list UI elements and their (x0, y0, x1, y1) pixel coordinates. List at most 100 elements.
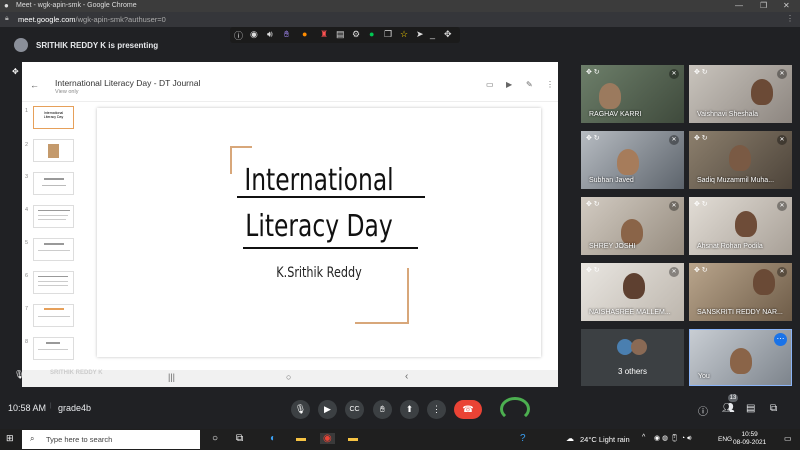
present-button[interactable]: ⬆ (400, 400, 419, 419)
raise-hand-button[interactable]: ✋︎ (373, 400, 392, 419)
url-host: meet.google.com (18, 15, 76, 24)
pin-icon[interactable]: ✥ ↻ (694, 200, 708, 208)
settings-icon[interactable]: ⚙ (352, 29, 360, 40)
browser-menu-icon[interactable]: ⋮ (786, 14, 794, 23)
file-explorer-icon[interactable]: ▬ (296, 433, 306, 444)
help-icon[interactable]: ? (520, 433, 526, 444)
slide-thumbnail[interactable]: International Literacy Day (33, 106, 74, 129)
address-bar[interactable]: 🔒︎ meet.google.com/wgk-apin-smk?authuser… (0, 12, 800, 27)
tray-chevron-icon[interactable]: ^ (642, 434, 645, 441)
language-indicator[interactable]: ENG (718, 436, 732, 443)
participant-tile[interactable]: ✥ ↻ ✕ RAGHAV KARRI (581, 65, 684, 123)
slide-thumbnail[interactable] (33, 271, 74, 294)
task-view-icon[interactable]: ⧉ (236, 433, 243, 444)
pin-icon[interactable]: ✥ ↻ (694, 134, 708, 142)
chrome-icon[interactable]: ◉ (320, 433, 335, 444)
taskbar-clock[interactable]: 10:59 08-09-2021 (733, 431, 766, 447)
end-call-button[interactable]: ☎︎ (454, 400, 482, 419)
minimize-toolbar-icon[interactable]: _ (430, 29, 435, 39)
people-icon[interactable]: 👥︎ (722, 403, 735, 414)
mic-off-icon: ✕ (669, 267, 679, 277)
arrow-icon[interactable]: ➤ (416, 29, 424, 40)
thumb-number: 8 (25, 339, 29, 345)
slide-thumbnail[interactable] (33, 337, 74, 360)
doc-title: International Literacy Day - DT Journal (55, 78, 201, 88)
slide-thumbnail[interactable] (33, 304, 74, 327)
back-arrow-icon[interactable]: ← (30, 80, 39, 90)
title-underline (237, 196, 425, 198)
others-tile[interactable]: 3 others (581, 329, 684, 386)
clipboard-icon[interactable]: ▤ (336, 29, 345, 40)
notifications-icon[interactable]: ▭ (784, 434, 792, 443)
camera-toggle-button[interactable]: ▶ (318, 400, 337, 419)
cast-icon[interactable]: ▭ (486, 80, 494, 89)
firefox-icon[interactable]: ● (302, 29, 307, 39)
taskbar-search-box[interactable]: ⌕ Type here to search (22, 430, 200, 449)
restore-icon[interactable]: ❐ (760, 1, 767, 10)
thumb-number: 3 (25, 174, 29, 180)
home-icon[interactable]: ○ (286, 372, 291, 382)
edge-icon[interactable]: ◐ (270, 433, 276, 444)
pin-icon[interactable]: ✥ ↻ (694, 266, 708, 274)
slide-thumbnail[interactable] (33, 172, 74, 195)
participant-tile[interactable]: ✥ ↻ ✕ Sadiq Muzammil Muha... (689, 131, 792, 189)
captions-button[interactable]: CC (345, 400, 364, 419)
current-slide: International Literacy Day K.Srithik Red… (97, 108, 541, 357)
minimize-icon[interactable]: — (735, 1, 743, 10)
more-vert-icon[interactable]: ⋮ (546, 80, 554, 89)
chat-icon[interactable]: ▤ (746, 403, 755, 414)
volume-icon[interactable]: 🔊︎ (267, 29, 273, 40)
mic-off-icon: 🎙︎ (14, 370, 25, 379)
participant-name: Ahsnat Rohan Podila (697, 243, 763, 250)
pin-icon[interactable]: ✥ ↻ (694, 68, 708, 76)
participant-tile[interactable]: ✥ ↻ ✕ Ahsnat Rohan Podila (689, 197, 792, 255)
nav-back-icon[interactable]: ‹ (405, 371, 408, 382)
self-tile[interactable]: ⋯ You (689, 329, 792, 386)
search-placeholder: Type here to search (46, 435, 113, 444)
hand-icon[interactable]: ✋︎ (284, 29, 289, 40)
star-icon[interactable]: ☆ (400, 29, 408, 40)
pin-icon[interactable]: ✥ ↻ (586, 266, 600, 274)
slide-author: K.Srithik Reddy (276, 265, 362, 281)
activities-icon[interactable]: ⧉ (770, 403, 777, 414)
slide-accent-corner (230, 146, 252, 148)
info-icon[interactable]: ⓘ (234, 29, 243, 42)
participant-tile[interactable]: ✥ ↻ ✕ SHREY JOSHI (581, 197, 684, 255)
doc-subtitle: View only (55, 89, 79, 95)
close-icon[interactable]: ✕ (783, 1, 790, 10)
copy-icon[interactable]: ❐ (384, 29, 392, 40)
windows-start-icon[interactable]: ⊞ (6, 433, 14, 444)
puzzle-icon[interactable]: ♜ (320, 29, 328, 40)
folder-icon[interactable]: ▬ (348, 433, 358, 444)
participant-name: Sadiq Muzammil Muha... (697, 177, 775, 184)
more-options-button[interactable]: ⋮ (427, 400, 446, 419)
url-text[interactable]: meet.google.com/wgk-apin-smk?authuser=0 (18, 15, 166, 24)
weather-text[interactable]: 24°C Light rain (580, 435, 630, 444)
cortana-icon[interactable]: ○ (212, 433, 218, 444)
move-icon[interactable]: ✥ (444, 29, 452, 40)
comment-icon[interactable]: ✎ (526, 80, 533, 89)
participant-tile[interactable]: ✥ ↻ ✕ SANSKRITI REDDY NAR... (689, 263, 792, 321)
pin-icon[interactable]: ✥ ↻ (586, 134, 600, 142)
chat-icon[interactable]: ● (369, 29, 374, 39)
thumb-number: 5 (25, 240, 29, 246)
meeting-info-icon[interactable]: ⓘ (698, 403, 708, 418)
slide-thumbnail[interactable] (33, 205, 74, 228)
move-handle-icon[interactable]: ✥ (12, 67, 19, 76)
eye-icon[interactable]: ◉ (250, 29, 258, 40)
pin-icon[interactable]: ✥ ↻ (586, 68, 600, 76)
pin-icon[interactable]: ✥ ↻ (586, 200, 600, 208)
tray-icons[interactable]: ◉ ◍ 🔋︎ ◔ 🔊︎ (654, 434, 692, 443)
mic-toggle-button[interactable]: 🎙︎ (291, 400, 310, 419)
play-icon[interactable]: ▶ (506, 80, 512, 89)
thumb-number: 4 (25, 207, 29, 213)
participant-tile[interactable]: ✥ ↻ ✕ Vaishnavi Sheshala (689, 65, 792, 123)
slide-thumbnail[interactable] (33, 238, 74, 261)
participant-tile[interactable]: ✥ ↻ ✕ Subhan Javed (581, 131, 684, 189)
participant-tile[interactable]: ✥ ↻ ✕ NAISHASREE MALLEM... (581, 263, 684, 321)
more-options-icon[interactable]: ⋯ (774, 333, 787, 346)
participant-name: RAGHAV KARRI (589, 111, 642, 118)
meeting-time: 10:58 AM (8, 403, 47, 413)
recent-apps-icon[interactable]: ||| (168, 372, 175, 382)
slide-thumbnail[interactable] (33, 139, 74, 162)
